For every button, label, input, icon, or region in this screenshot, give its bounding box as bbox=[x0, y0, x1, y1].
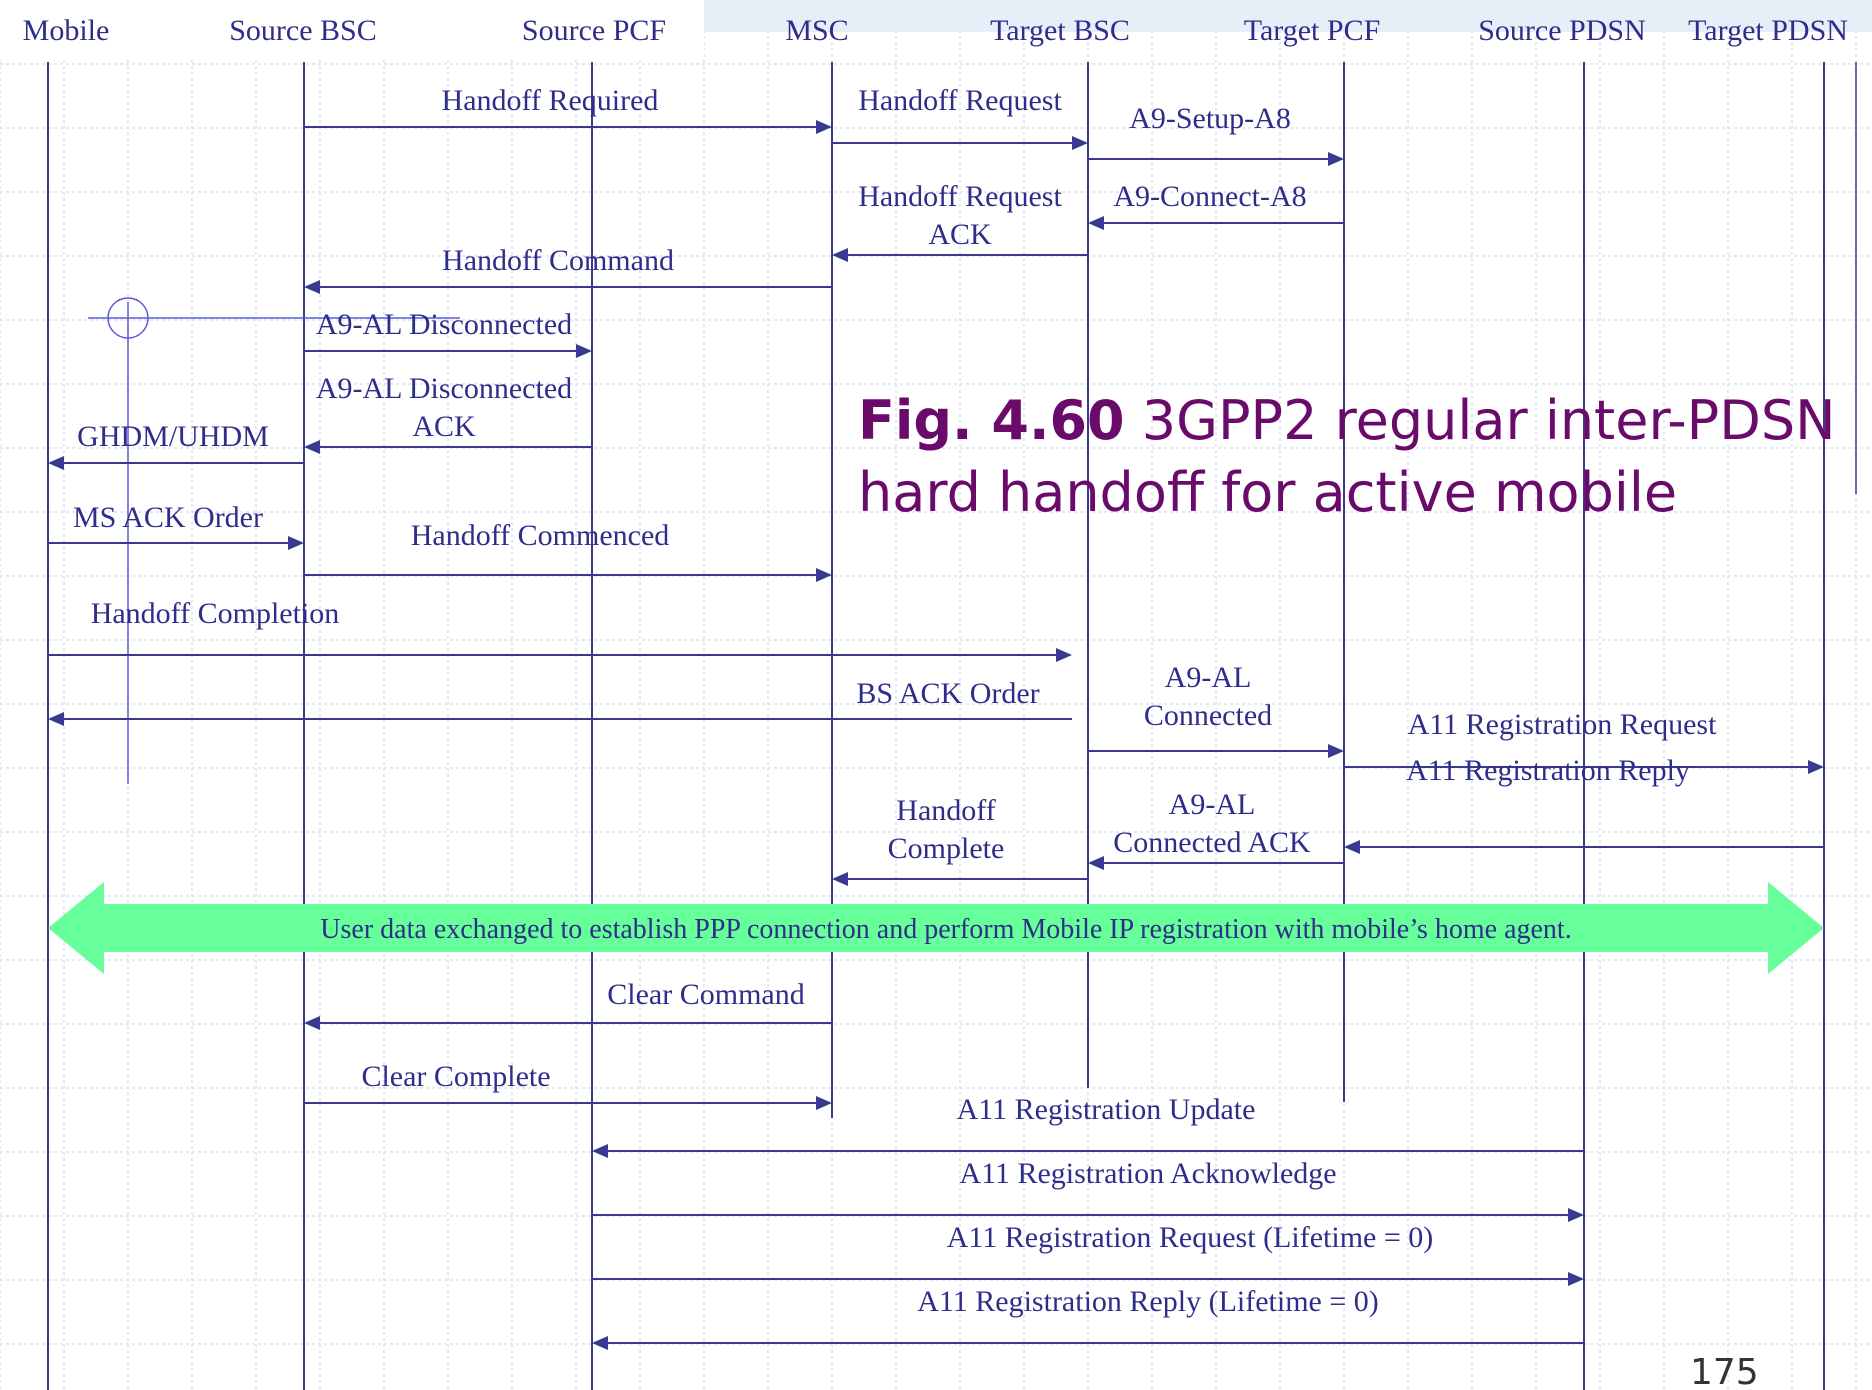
message-label: A9-Setup-A8 bbox=[1129, 102, 1291, 135]
arrowhead-icon bbox=[48, 456, 64, 470]
message-17: A9-AL Connected ACK bbox=[1088, 788, 1344, 870]
arrowhead-icon bbox=[1088, 216, 1104, 230]
messages: Handoff Required Handoff Request A9-Setup-… bbox=[48, 84, 1824, 1350]
arrowhead-icon bbox=[1072, 136, 1088, 150]
arrowhead-icon bbox=[816, 1096, 832, 1110]
message-label: A11 Registration Acknowledge bbox=[959, 1157, 1336, 1190]
page-number: 175 bbox=[1690, 1352, 1759, 1390]
message-label: A11 Registration Update bbox=[957, 1093, 1256, 1126]
message-23: A11 Registration Request (Lifetime = 0) bbox=[592, 1221, 1584, 1286]
message-10: MS ACK Order bbox=[48, 501, 304, 550]
arrowhead-icon bbox=[304, 1016, 320, 1030]
message-label: A9-AL Disconnected bbox=[316, 308, 572, 341]
participant-source-pcf: Source PCF bbox=[522, 14, 666, 47]
message-label: A9-AL Disconnected bbox=[316, 372, 572, 405]
message-label: Handoff Completion bbox=[91, 597, 340, 630]
message-label: Connected bbox=[1144, 699, 1272, 732]
message-19: Clear Command bbox=[304, 978, 832, 1030]
arrowhead-icon bbox=[288, 536, 304, 550]
message-label: MS ACK Order bbox=[73, 501, 263, 534]
figure-number: Fig. 4.60 bbox=[858, 389, 1125, 452]
message-label: A11 Registration Request (Lifetime = 0) bbox=[947, 1221, 1434, 1254]
data-exchange-label: User data exchanged to establish PPP con… bbox=[320, 914, 1571, 945]
message-13: BS ACK Order bbox=[48, 677, 1072, 726]
figure-caption: Fig. 4.60 3GPP2 regular inter-PDSN hard … bbox=[858, 385, 1858, 529]
message-20: Clear Complete bbox=[304, 1060, 832, 1110]
message-4: A9-Connect-A8 bbox=[1088, 180, 1344, 230]
arrowhead-icon bbox=[1328, 152, 1344, 166]
message-5: Handoff Request ACK bbox=[832, 180, 1088, 262]
participant-source-bsc: Source BSC bbox=[229, 14, 377, 47]
participant-mobile: Mobile bbox=[23, 14, 110, 47]
message-6: Handoff Command bbox=[304, 244, 832, 294]
arrowhead-icon bbox=[1808, 760, 1824, 774]
arrowhead-icon bbox=[1344, 840, 1360, 854]
participant-target-pdsn: Target PDSN bbox=[1688, 14, 1848, 47]
message-label: ACK bbox=[928, 218, 992, 251]
message-label: GHDM/UHDM bbox=[77, 420, 269, 453]
arrowhead-icon bbox=[304, 280, 320, 294]
message-label: ACK bbox=[412, 410, 476, 443]
arrowhead-icon bbox=[832, 872, 848, 886]
arrowhead-icon bbox=[816, 568, 832, 582]
arrowhead-icon bbox=[816, 120, 832, 134]
participant-target-bsc: Target BSC bbox=[990, 14, 1130, 47]
arrowhead-icon bbox=[304, 440, 320, 454]
sequence-diagram-slide: User data exchanged to establish PPP con… bbox=[0, 0, 1872, 1390]
arrowhead-icon bbox=[1568, 1208, 1584, 1222]
participant-msc: MSC bbox=[785, 14, 848, 47]
message-label: Handoff bbox=[896, 794, 995, 827]
message-7: A9-AL Disconnected bbox=[304, 308, 592, 358]
message-label: Clear Command bbox=[607, 978, 804, 1011]
arrowhead-icon bbox=[1056, 648, 1072, 662]
participant-target-pcf: Target PCF bbox=[1244, 14, 1381, 47]
message-1: Handoff Required bbox=[304, 84, 832, 134]
message-label: Handoff Command bbox=[442, 244, 674, 277]
message-label: A11 Registration Reply (Lifetime = 0) bbox=[917, 1285, 1379, 1318]
message-12: Handoff Completion bbox=[48, 597, 1072, 662]
arrowhead-icon bbox=[592, 1144, 608, 1158]
message-label: Handoff Commenced bbox=[411, 519, 670, 552]
sequence-diagram: User data exchanged to establish PPP con… bbox=[0, 0, 1872, 1390]
message-14: A9-AL Connected bbox=[1088, 661, 1344, 758]
message-11: Handoff Commenced bbox=[304, 519, 832, 582]
message-8: A9-AL Disconnected ACK bbox=[304, 372, 592, 454]
message-label: Handoff Request bbox=[858, 180, 1062, 213]
arrowhead-icon bbox=[576, 344, 592, 358]
arrowhead-icon bbox=[48, 712, 64, 726]
message-9: GHDM/UHDM bbox=[48, 420, 304, 470]
crosshair-marker bbox=[88, 297, 460, 784]
arrowhead-icon bbox=[832, 248, 848, 262]
message-label: A11 Registration Reply bbox=[1406, 754, 1690, 787]
message-label: Clear Complete bbox=[361, 1060, 550, 1093]
arrowhead-icon bbox=[1088, 856, 1104, 870]
message-label: Complete bbox=[888, 832, 1005, 865]
arrowhead-icon bbox=[1328, 744, 1344, 758]
message-label: BS ACK Order bbox=[856, 677, 1039, 710]
message-label: Handoff Request bbox=[858, 84, 1062, 117]
message-label: A9-Connect-A8 bbox=[1113, 180, 1306, 213]
message-label: Handoff Required bbox=[442, 84, 659, 117]
message-label: Connected ACK bbox=[1113, 826, 1311, 859]
message-label: A9-AL bbox=[1169, 788, 1256, 821]
participant-source-pdsn: Source PDSN bbox=[1478, 14, 1646, 47]
message-label: A11 Registration Request bbox=[1408, 708, 1718, 741]
arrowhead-icon bbox=[592, 1336, 608, 1350]
message-label: A9-AL bbox=[1165, 661, 1252, 694]
arrowhead-icon bbox=[1568, 1272, 1584, 1286]
